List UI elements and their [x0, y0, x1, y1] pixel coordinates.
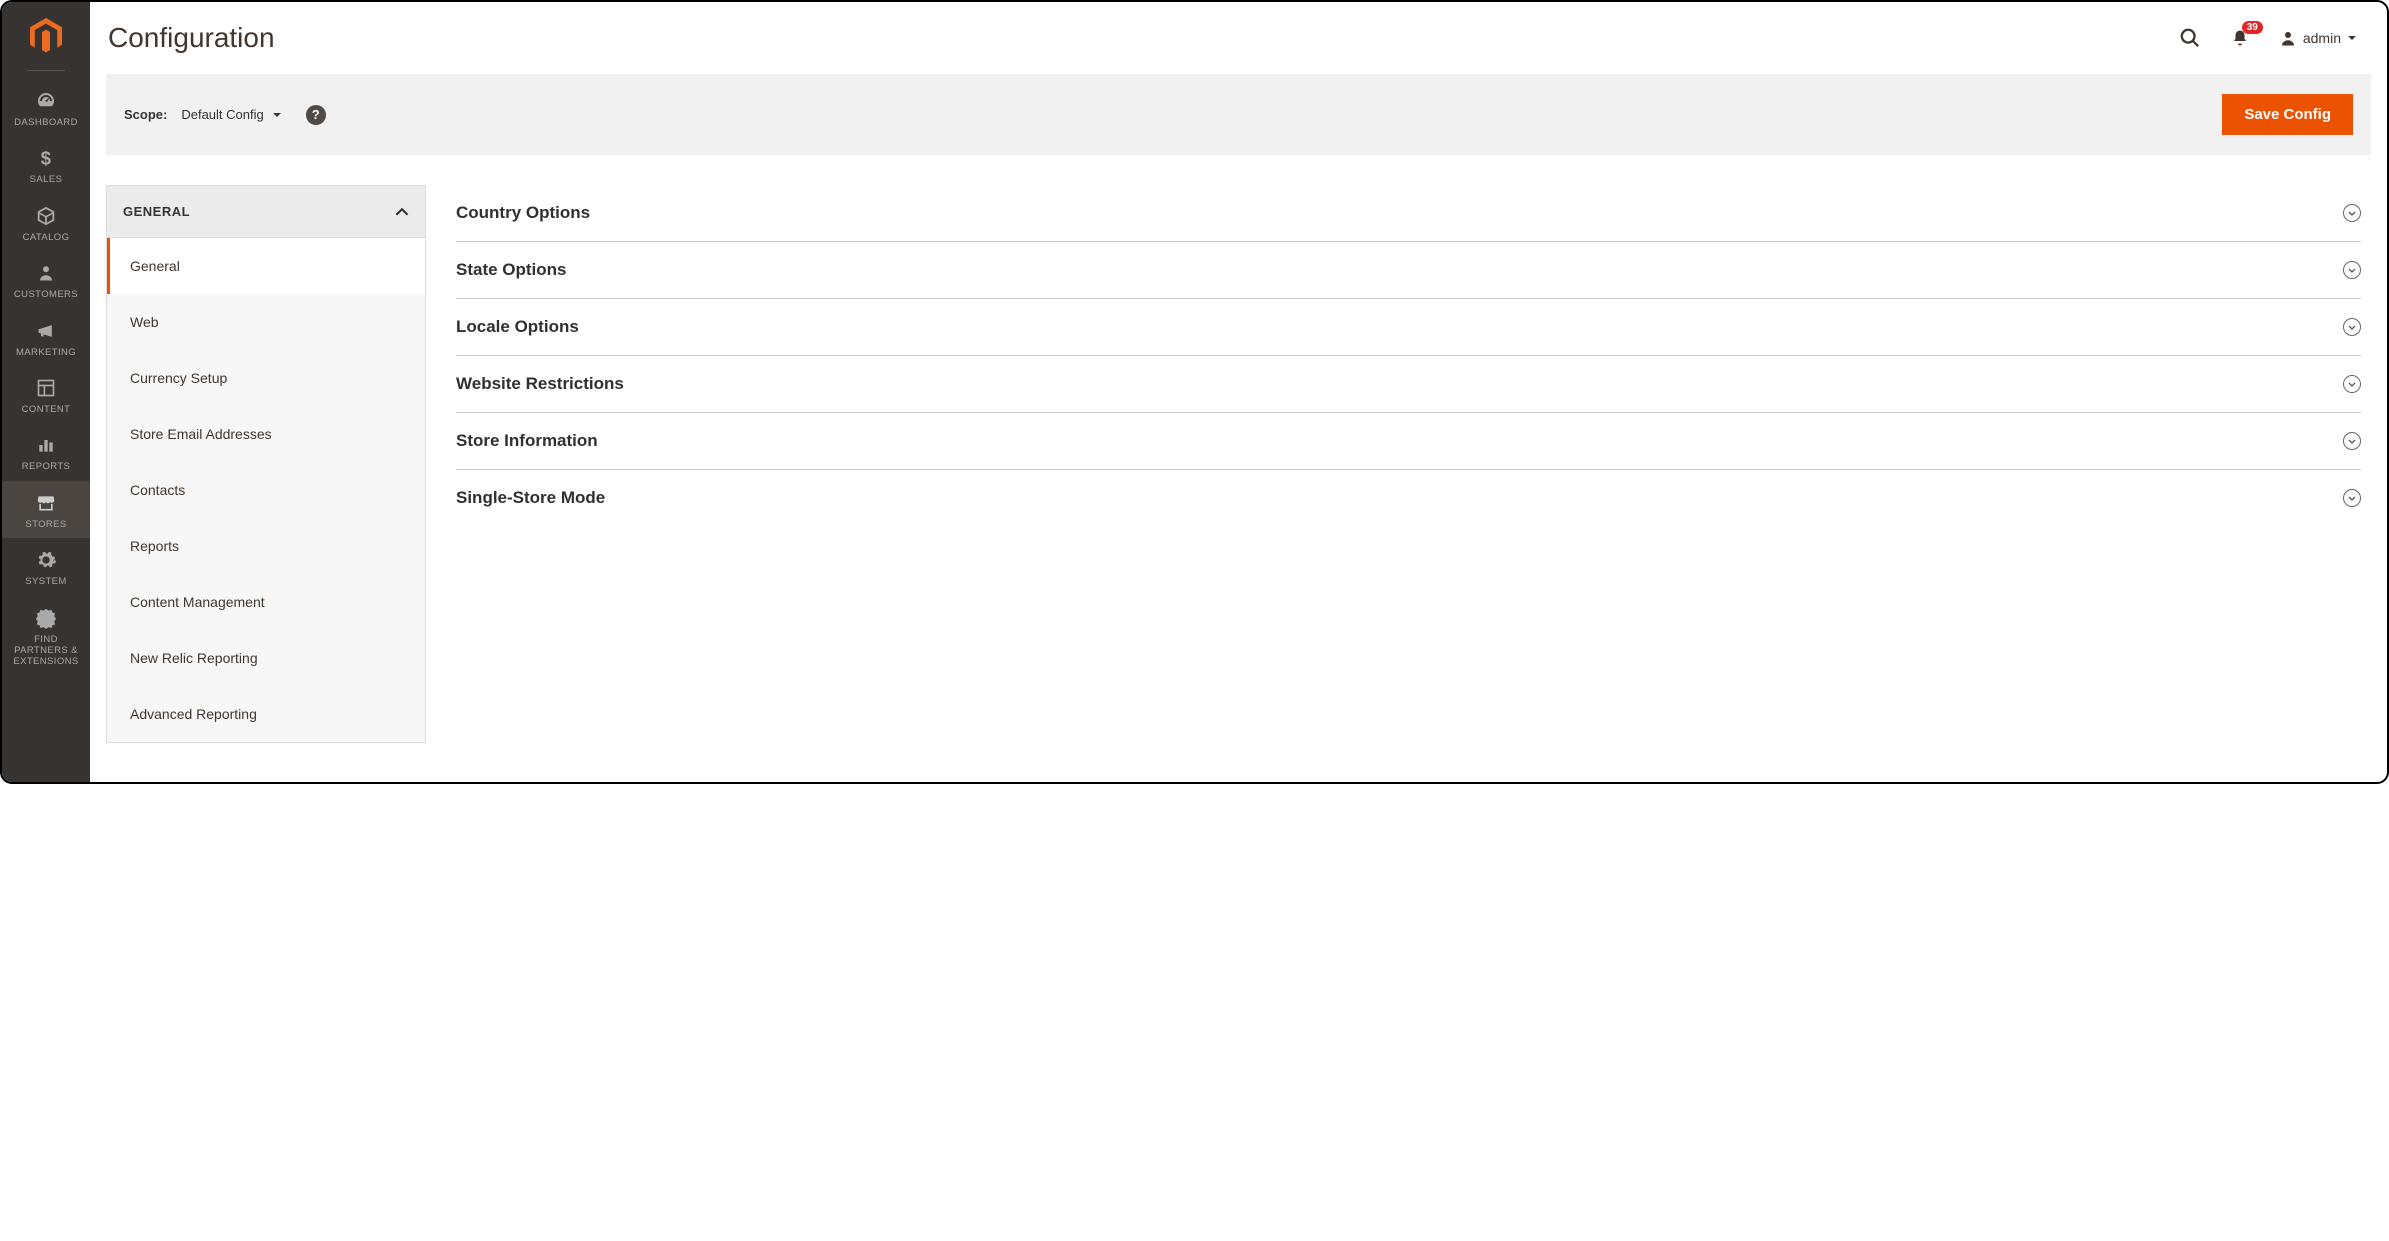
config-subitem-label: Contacts — [130, 482, 185, 498]
section-title: Store Information — [456, 431, 598, 451]
help-icon[interactable]: ? — [306, 105, 326, 125]
sidebar-item-label: REPORTS — [18, 461, 75, 472]
section-state-options[interactable]: State Options — [456, 242, 2361, 299]
user-name: admin — [2303, 30, 2341, 46]
section-title: State Options — [456, 260, 567, 280]
magento-logo[interactable] — [26, 16, 66, 56]
config-subitems: General Web Currency Setup Store Email A… — [106, 238, 426, 743]
chevron-up-icon — [395, 205, 409, 219]
main-sidebar: DASHBOARD $ SALES CATALOG CUSTOMERS MARK… — [2, 2, 90, 782]
config-subitem-content-mgmt[interactable]: Content Management — [107, 574, 425, 630]
section-website-restrictions[interactable]: Website Restrictions — [456, 356, 2361, 413]
megaphone-icon — [34, 319, 58, 343]
store-icon — [34, 491, 58, 515]
sidebar-item-customers[interactable]: CUSTOMERS — [2, 251, 90, 308]
sidebar-item-sales[interactable]: $ SALES — [2, 136, 90, 193]
page-title: Configuration — [108, 22, 2179, 54]
sidebar-item-partners[interactable]: FIND PARTNERS & EXTENSIONS — [2, 596, 90, 676]
config-subitem-reports[interactable]: Reports — [107, 518, 425, 574]
sidebar-item-label: SALES — [26, 174, 67, 185]
section-title: Locale Options — [456, 317, 579, 337]
sidebar-item-marketing[interactable]: MARKETING — [2, 309, 90, 366]
notification-badge: 39 — [2242, 21, 2263, 34]
page-header: Configuration 39 admin — [90, 2, 2387, 74]
config-subitem-label: Advanced Reporting — [130, 706, 257, 722]
config-subitem-general[interactable]: General — [107, 238, 425, 294]
sidebar-item-catalog[interactable]: CATALOG — [2, 194, 90, 251]
sidebar-item-label: STORES — [21, 519, 70, 530]
scope-value: Default Config — [181, 107, 263, 122]
section-single-store-mode[interactable]: Single-Store Mode — [456, 470, 2361, 526]
expand-icon — [2343, 375, 2361, 393]
scope-label: Scope: — [124, 107, 167, 122]
layout-icon — [34, 376, 58, 400]
section-title: Country Options — [456, 203, 590, 223]
config-group-general[interactable]: GENERAL — [106, 185, 426, 238]
section-store-information[interactable]: Store Information — [456, 413, 2361, 470]
chevron-down-icon — [2347, 33, 2357, 43]
sidebar-item-dashboard[interactable]: DASHBOARD — [2, 79, 90, 136]
chevron-down-icon — [272, 110, 282, 120]
sidebar-divider — [27, 70, 65, 71]
partners-icon — [34, 606, 58, 630]
config-group-label: GENERAL — [123, 204, 190, 219]
expand-icon — [2343, 318, 2361, 336]
config-subitem-contacts[interactable]: Contacts — [107, 462, 425, 518]
sidebar-item-content[interactable]: CONTENT — [2, 366, 90, 423]
section-title: Website Restrictions — [456, 374, 624, 394]
sidebar-item-label: SYSTEM — [21, 576, 70, 587]
expand-icon — [2343, 489, 2361, 507]
config-subitem-email[interactable]: Store Email Addresses — [107, 406, 425, 462]
cube-icon — [34, 204, 58, 228]
user-menu[interactable]: admin — [2279, 29, 2357, 47]
config-subitem-label: Store Email Addresses — [130, 426, 272, 442]
section-locale-options[interactable]: Locale Options — [456, 299, 2361, 356]
sidebar-item-label: CATALOG — [19, 232, 74, 243]
config-subitem-label: New Relic Reporting — [130, 650, 258, 666]
bar-chart-icon — [34, 433, 58, 457]
save-config-button[interactable]: Save Config — [2222, 94, 2353, 135]
toolbar: Scope: Default Config ? Save Config — [106, 74, 2371, 155]
config-subitem-web[interactable]: Web — [107, 294, 425, 350]
sidebar-item-label: CONTENT — [18, 404, 75, 415]
section-title: Single-Store Mode — [456, 488, 605, 508]
section-country-options[interactable]: Country Options — [456, 185, 2361, 242]
config-subitem-label: General — [130, 258, 180, 274]
sidebar-item-label: DASHBOARD — [10, 117, 82, 128]
sidebar-item-reports[interactable]: REPORTS — [2, 423, 90, 480]
config-sections: Country Options State Options Locale Opt… — [456, 185, 2371, 782]
config-subitem-label: Content Management — [130, 594, 265, 610]
config-subitem-advanced-reporting[interactable]: Advanced Reporting — [107, 686, 425, 742]
notifications-button[interactable]: 39 — [2229, 27, 2251, 49]
config-subitem-currency[interactable]: Currency Setup — [107, 350, 425, 406]
gear-icon — [34, 548, 58, 572]
user-icon — [2279, 29, 2297, 47]
scope-select[interactable]: Default Config — [181, 107, 281, 122]
expand-icon — [2343, 261, 2361, 279]
expand-icon — [2343, 204, 2361, 222]
config-nav: GENERAL General Web Currency Setup Store… — [106, 185, 426, 782]
sidebar-item-system[interactable]: SYSTEM — [2, 538, 90, 595]
search-button[interactable] — [2179, 27, 2201, 49]
svg-text:$: $ — [41, 148, 52, 168]
sidebar-item-label: FIND PARTNERS & EXTENSIONS — [2, 634, 90, 668]
person-icon — [34, 261, 58, 285]
sidebar-item-stores[interactable]: STORES — [2, 481, 90, 538]
sidebar-item-label: MARKETING — [12, 347, 80, 358]
expand-icon — [2343, 432, 2361, 450]
config-subitem-newrelic[interactable]: New Relic Reporting — [107, 630, 425, 686]
config-subitem-label: Reports — [130, 538, 179, 554]
dollar-icon: $ — [34, 146, 58, 170]
sidebar-item-label: CUSTOMERS — [10, 289, 82, 300]
dashboard-icon — [34, 89, 58, 113]
config-subitem-label: Currency Setup — [130, 370, 227, 386]
config-subitem-label: Web — [130, 314, 159, 330]
